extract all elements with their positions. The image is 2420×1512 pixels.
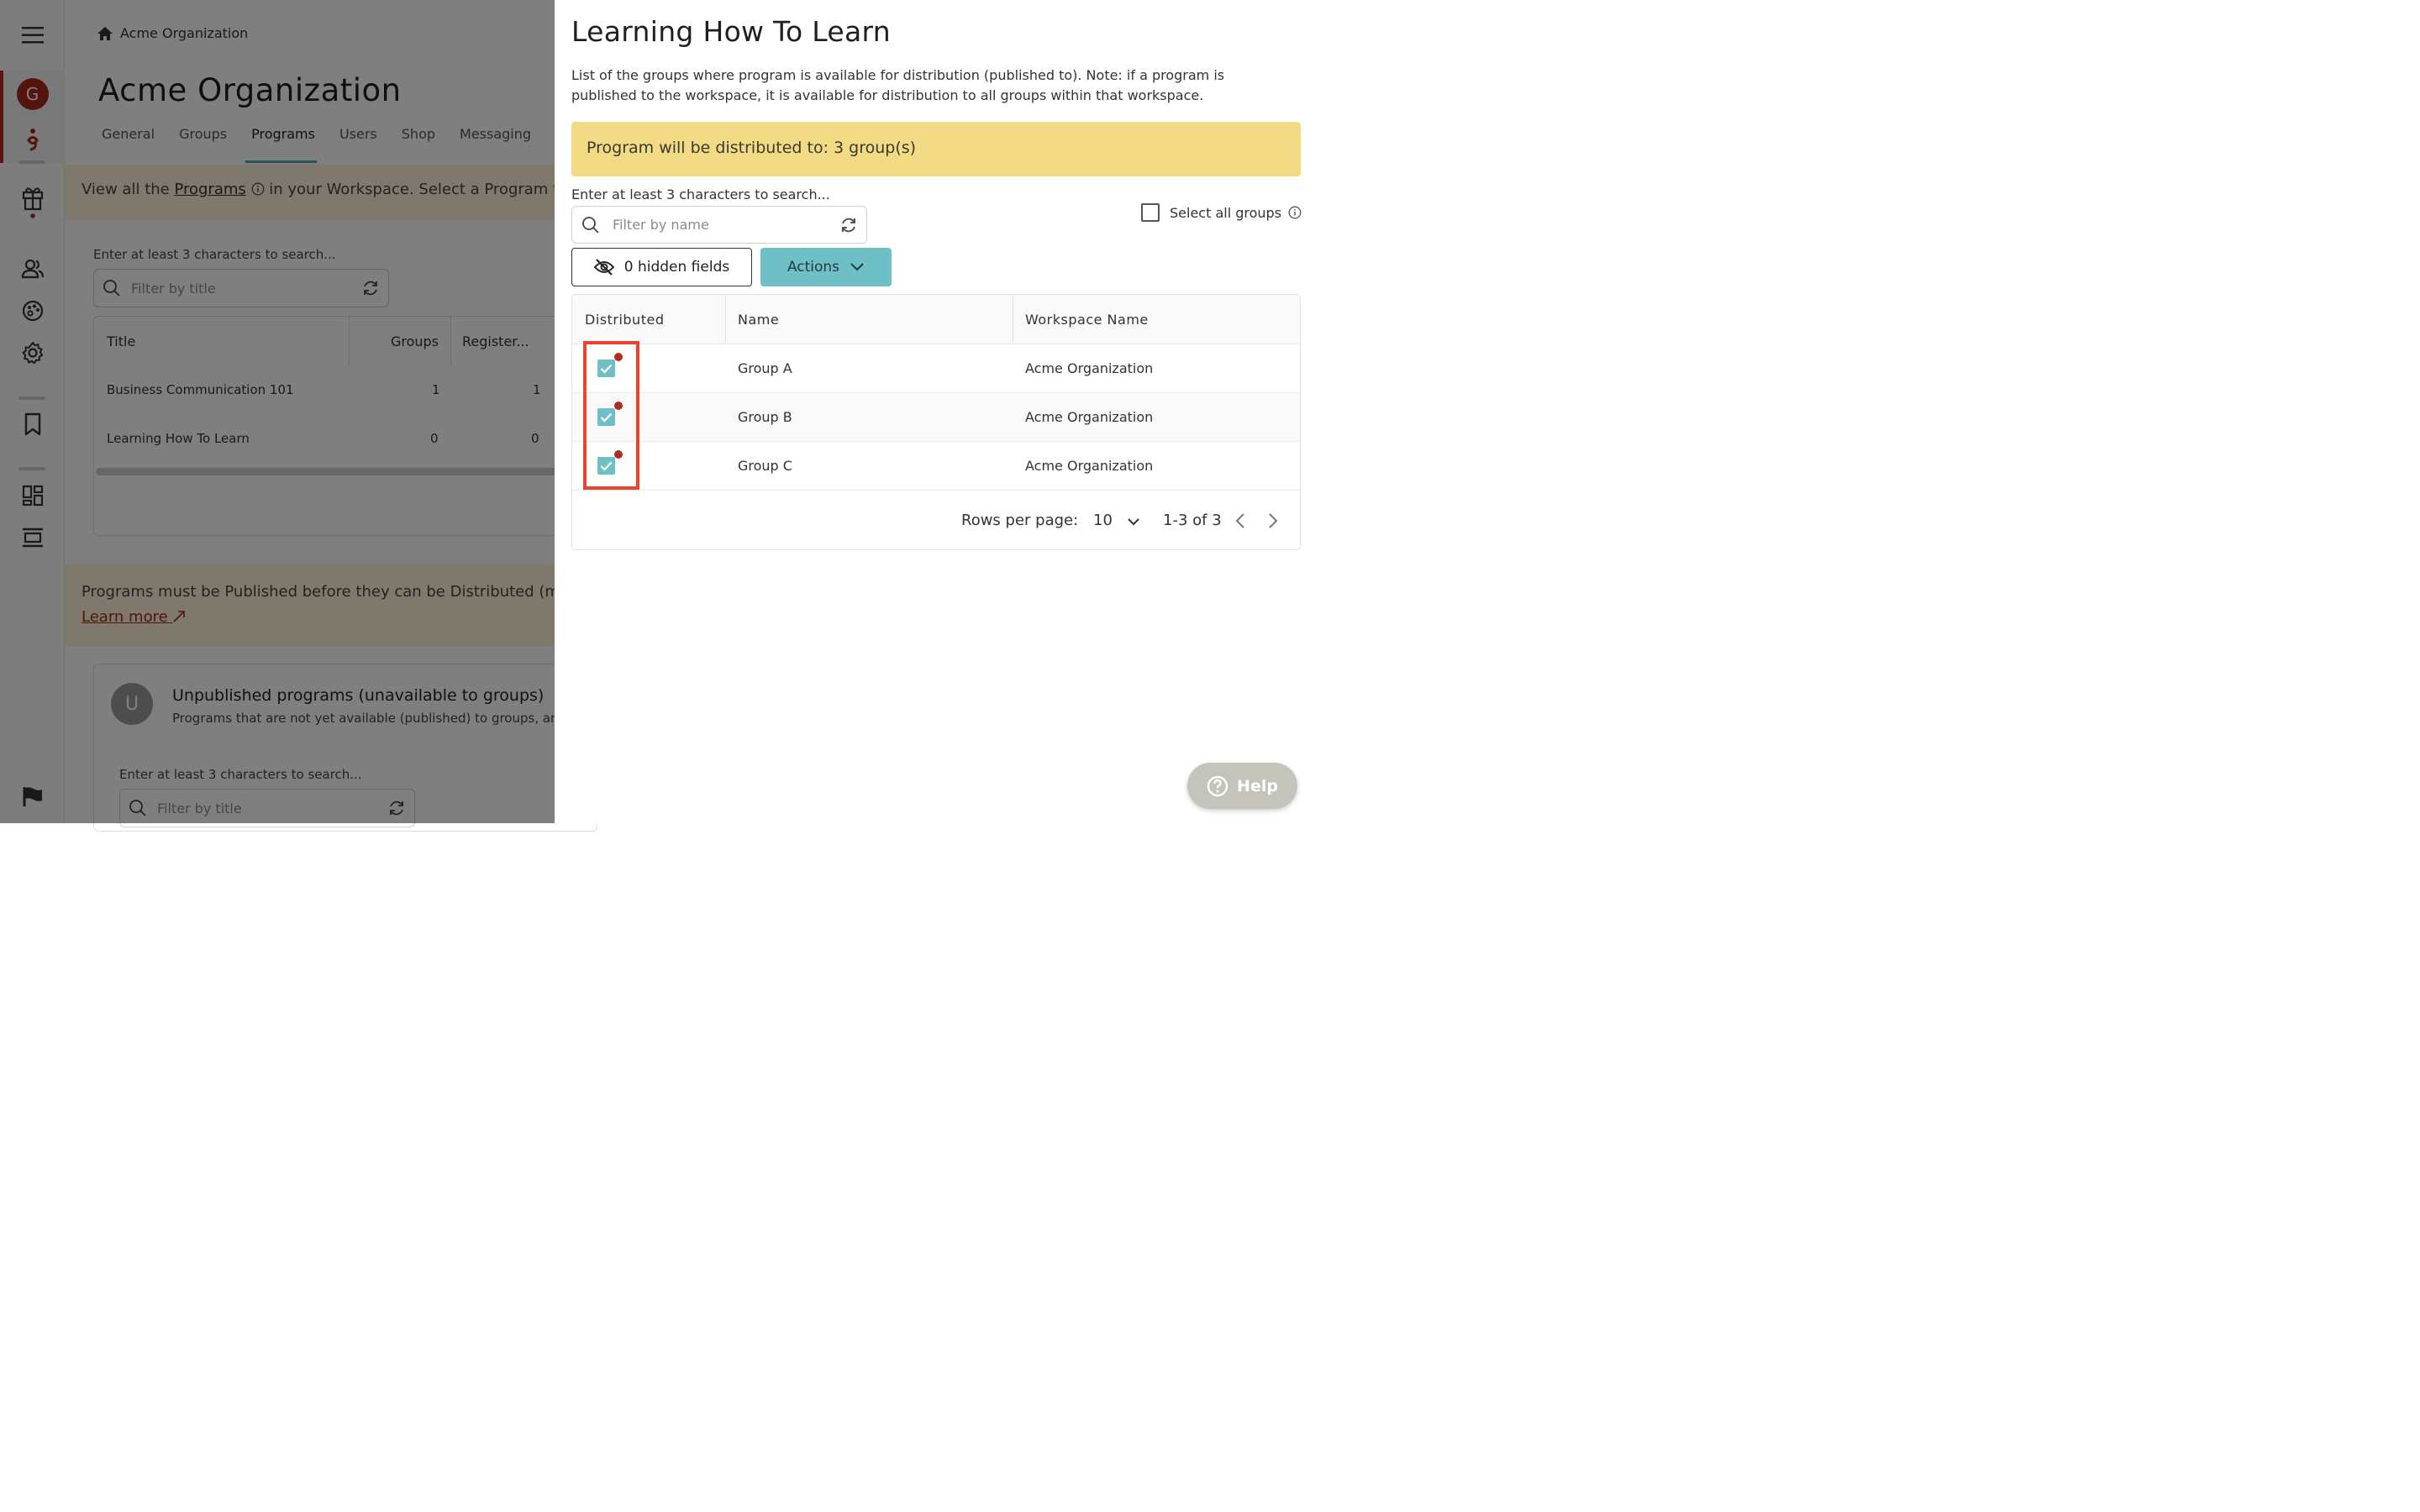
cell-workspace-name: Acme Organization [1025, 409, 1154, 425]
cell-workspace-name: Acme Organization [1025, 360, 1154, 376]
group-search-input[interactable]: Filter by name [571, 206, 867, 244]
cell-group-name: Group B [738, 409, 792, 425]
pagination: Rows per page: 10 1-3 of 3 [572, 491, 1300, 549]
groups-table-header: Distributed Name Workspace Name [572, 295, 1300, 344]
cell-group-name: Group C [738, 458, 792, 474]
refresh-icon[interactable] [839, 216, 858, 234]
rows-per-page-select[interactable]: 10 [1093, 512, 1113, 529]
info-icon[interactable] [1288, 206, 1302, 219]
drawer-backdrop[interactable] [0, 0, 555, 823]
group-search-placeholder: Filter by name [613, 217, 709, 233]
cell-workspace-name: Acme Organization [1025, 458, 1154, 474]
column-header-name[interactable]: Name [738, 295, 779, 344]
help-label: Help [1237, 776, 1278, 795]
cell-group-name: Group A [738, 360, 792, 376]
group-search-hint: Enter at least 3 characters to search... [571, 186, 830, 202]
table-row[interactable]: Group C Acme Organization [572, 442, 1300, 491]
rows-per-page-label: Rows per page: [961, 512, 1079, 529]
help-button[interactable]: Help [1187, 763, 1297, 809]
highlight-annotation [583, 341, 639, 490]
distribution-banner-text: Program will be distributed to: 3 group(… [587, 139, 917, 157]
page-range: 1-3 of 3 [1163, 512, 1222, 529]
chevron-down-icon[interactable] [1127, 517, 1140, 526]
column-header-distributed[interactable]: Distributed [585, 295, 664, 344]
hidden-fields-label: 0 hidden fields [623, 259, 730, 276]
distribution-drawer: Learning How To Learn List of the groups… [555, 0, 1311, 823]
column-header-workspace[interactable]: Workspace Name [1025, 295, 1149, 344]
table-row[interactable]: Group B Acme Organization [572, 393, 1300, 442]
actions-label: Actions [786, 259, 840, 276]
select-all-label: Select all groups [1170, 204, 1282, 221]
chevron-right-icon[interactable] [1268, 512, 1278, 529]
actions-dropdown-button[interactable]: Actions [760, 248, 892, 286]
hidden-fields-button[interactable]: 0 hidden fields [571, 248, 752, 286]
drawer-description: List of the groups where program is avai… [571, 67, 1225, 103]
table-row[interactable]: Group A Acme Organization [572, 344, 1300, 393]
select-all-checkbox[interactable] [1141, 203, 1160, 222]
distribution-banner: Program will be distributed to: 3 group(… [571, 122, 1301, 176]
drawer-title: Learning How To Learn [571, 15, 891, 48]
column-divider [725, 295, 726, 344]
eye-off-icon [593, 259, 614, 276]
search-icon [582, 216, 599, 234]
help-icon [1207, 775, 1228, 796]
select-all-groups[interactable]: Select all groups [1141, 203, 1302, 222]
groups-table: Distributed Name Workspace Name Group A … [571, 294, 1301, 550]
chevron-left-icon[interactable] [1235, 512, 1245, 529]
chevron-down-icon [850, 263, 864, 271]
